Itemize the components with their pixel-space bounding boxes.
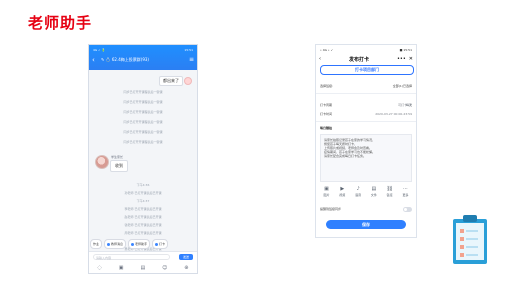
system-line: 同步已打开开课程表后一键课 [123,120,163,124]
section-divider [316,121,416,122]
checkin-count-row[interactable]: 可打卡1次 [320,101,412,109]
checkin-icon [155,242,159,246]
quick-action-checkin[interactable]: 打卡 [152,239,169,249]
notice-line: 下午4:37 [136,199,150,203]
system-line: 同步已打开开课程表后一键课 [123,110,163,114]
checkin-count-value: 可打卡1次 [398,103,412,107]
save-button[interactable]: 保存 [326,220,406,229]
link-icon: ⛓ [386,186,393,192]
tool-more[interactable]: ⋯ 更多 [399,186,412,197]
system-line: 同步已打开开课程表后一键课 [123,140,163,144]
emoji-icon[interactable]: ☺ [162,265,167,271]
tool-video[interactable]: ▶ 视频 [336,186,349,197]
video-icon: ▶ [340,186,345,192]
checkin-content-area[interactable]: 请家长拍照记录孩子在家的学习情况， 督促孩子每天按时打卡， 上传照片或视频，老师… [320,134,412,182]
tool-label: 语音 [355,193,362,197]
checkin-time-row[interactable]: 打卡时间 2020-03-27 00:00-23:59 [320,110,412,118]
notice-line: 孙老师 已打开课表后已开课 [124,191,162,195]
tool-file[interactable]: ▤ 文件 [367,186,380,197]
form-status-bar: • 4G • ✓ ■ 15:51 [320,47,412,52]
status-right: 15:51 [184,48,193,52]
content-title: 每日随拍 [320,126,333,130]
image-icon[interactable]: ▣ [119,265,124,271]
voice-icon: ♪ [356,186,360,192]
tool-voice[interactable]: ♪ 语音 [352,186,365,197]
form-status-left: • 4G • ✓ [320,47,334,52]
checkin-banner-field[interactable]: 打卡项目部门 [320,65,414,75]
close-icon[interactable]: ✕ [409,56,413,62]
teacher-icon [107,242,111,246]
select-class-value-text: 全部(1)已选择 [392,84,412,88]
more-icon: ⋯ [402,186,408,192]
file-icon: ▤ [371,186,377,192]
tool-label: 图片 [323,193,330,197]
form-status-right: ■ 15:51 [399,47,412,52]
notice-line: 钱老师 已打开课表后已开课 [124,223,162,227]
tool-link[interactable]: ⛓ 链接 [383,186,396,197]
send-button[interactable]: 发送 [179,254,193,260]
mic-icon[interactable]: ◌ [97,265,101,271]
form-header: • 4G • ✓ ■ 15:51 ‹ 发布打卡 ••• ✕ 打卡项目部门 [316,45,416,77]
content-line: 请家长配合完成每日打卡任务。 [324,154,367,158]
chat-phone-screenshot: 4G ✓ 🔋 15:51 ‹ ✎ 💍 62.4梅上投票群(93) ≡ 都出来了 … [88,44,198,274]
sync-to-class-label: 提醒到班级同步 [320,207,342,211]
quick-action-label: 老师助手 [135,242,148,246]
quick-action-homework[interactable]: 作业 [90,239,103,249]
quick-action-label: 作业 [93,242,100,246]
form-header-actions: ••• ✕ [397,56,413,62]
avatar [95,155,109,169]
notice-line: 下午4:36 [136,183,150,187]
menu-icon[interactable]: ≡ [189,57,194,63]
status-bar: 4G ✓ 🔋 15:51 [93,47,193,53]
select-class-value: 全部(1)已选择 [320,84,412,88]
checkin-form-phone-screenshot: • 4G • ✓ ■ 15:51 ‹ 发布打卡 ••• ✕ 打卡项目部门 选择班… [315,44,417,238]
quick-action-teacher-message[interactable]: 教师消息 [104,239,127,249]
section-divider [316,93,416,94]
sync-toggle[interactable] [403,206,412,212]
sender-avatar [184,77,192,85]
chat-title-row: ‹ ✎ 💍 62.4梅上投票群(93) ≡ [92,55,194,65]
received-message-bubble: 收到 [110,160,128,172]
chat-bottom-toolbar: ◌ ▣ ▤ ☺ ⊕ [89,262,197,273]
notice-line: 周老师 已打开课表后已开课 [124,231,162,235]
quick-action-label: 打卡 [159,242,166,246]
form-title: 发布打卡 [348,56,369,63]
system-line: 同步已打开开课程表后一键课 [123,130,163,134]
more-icon[interactable]: ••• [397,56,406,62]
sync-to-class-row: 提醒到班级同步 [320,205,412,213]
notice-line: 李老师 已打开课表后已开课 [124,207,162,211]
tool-image[interactable]: ▣ 图片 [320,186,333,197]
image-icon: ▣ [324,186,329,192]
chat-body: 都出来了 同步已打开开课程表后一键课 同步已打开开课程表后一键课 同步已打开开课… [89,70,197,251]
received-message-row: 学生家长 收到 [95,155,185,175]
assistant-icon [131,242,135,246]
sent-message-bubble: 都出来了 [159,76,183,86]
tool-label: 更多 [402,193,409,197]
clipboard-icon [453,215,487,264]
quick-actions: 作业 教师消息 老师助手 打卡 [89,238,197,250]
tool-label: 链接 [386,193,393,197]
quick-action-teacher-assistant[interactable]: 老师助手 [128,239,151,249]
editor-toolbar: ▣ 图片 ▶ 视频 ♪ 语音 ▤ 文件 ⛓ 链接 ⋯ 更多 [320,186,412,202]
sender-name: 学生家长 [111,155,124,159]
system-line: 同步已打开开课程表后一键课 [123,100,163,104]
status-left: 4G ✓ 🔋 [93,48,106,52]
slide-canvas: 老师助手 4G ✓ 🔋 15:51 ‹ ✎ 💍 62.4梅上投票群(93) ≡ … [0,0,521,298]
chat-header: 4G ✓ 🔋 15:51 ‹ ✎ 💍 62.4梅上投票群(93) ≡ [89,45,197,70]
checkin-time-value: 2020-03-27 00:00-23:59 [375,112,412,116]
system-line: 同步已打开开课程表后一键课 [123,90,163,94]
back-icon[interactable]: ‹ [92,56,99,64]
tool-label: 视频 [339,193,346,197]
page-title: 老师助手 [28,14,93,32]
notice-line: 赵老师 已打开课表后已开课 [124,215,162,219]
checkin-time-label: 打卡时间 [320,112,333,116]
tool-label: 文件 [370,193,377,197]
quick-action-label: 教师消息 [111,242,124,246]
message-input[interactable]: 请输入内容 [93,254,170,260]
picture-icon[interactable]: ▤ [140,265,145,271]
form-title-row: ‹ 发布打卡 ••• ✕ [319,54,413,64]
chat-group-name: ✎ 💍 62.4梅上投票群(93) [101,57,149,62]
plus-icon[interactable]: ⊕ [184,265,188,271]
